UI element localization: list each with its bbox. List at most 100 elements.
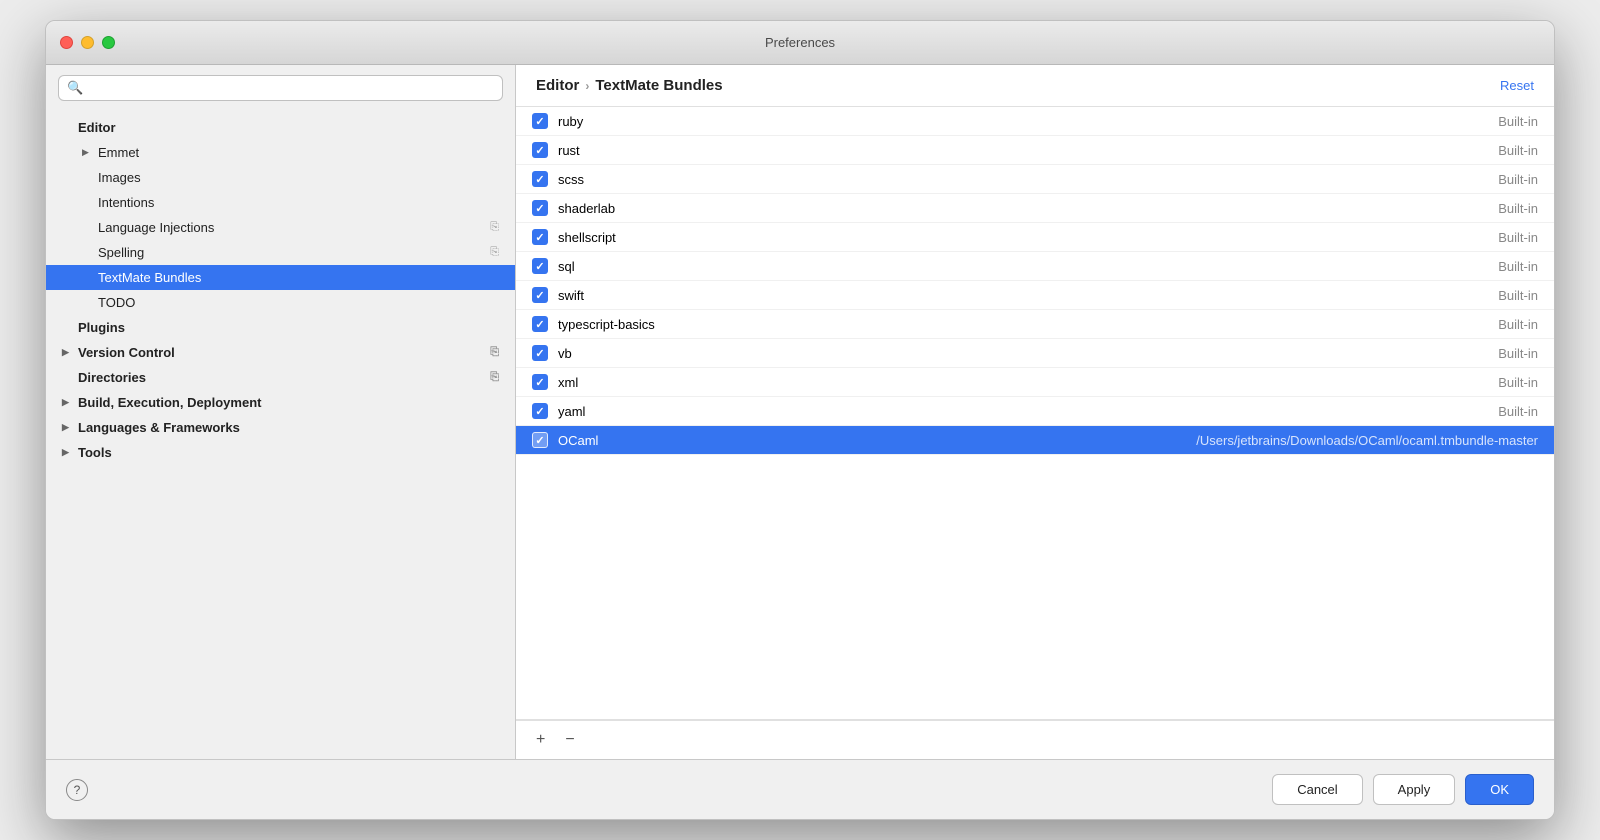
bundle-checkbox[interactable]: ✓ xyxy=(532,200,548,216)
bundle-checkbox[interactable]: ✓ xyxy=(532,171,548,187)
bundle-row[interactable]: ✓ ruby Built-in xyxy=(516,107,1554,136)
bundle-checkbox[interactable]: ✓ xyxy=(532,113,548,129)
checkmark-icon: ✓ xyxy=(535,434,544,447)
sidebar-item-language-injections[interactable]: Language Injections⎘ xyxy=(46,215,515,240)
bundle-row[interactable]: ✓rustBuilt-in xyxy=(516,136,1554,165)
bundle-checkbox[interactable]: ✓ xyxy=(532,229,548,245)
sidebar: 🔍 Editor▶EmmetImagesIntentionsLanguage I… xyxy=(46,65,516,759)
remove-button[interactable]: − xyxy=(561,729,578,751)
sidebar-tree: Editor▶EmmetImagesIntentionsLanguage Inj… xyxy=(46,111,515,759)
sidebar-item-spelling[interactable]: Spelling⎘ xyxy=(46,240,515,265)
sidebar-item-directories[interactable]: Directories ⎘ xyxy=(46,365,515,390)
copy-icon: ⎘ xyxy=(490,371,499,384)
sidebar-item-label: Languages & Frameworks xyxy=(78,420,240,435)
bundle-checkbox[interactable]: ✓ xyxy=(532,142,548,158)
bundle-name: typescript-basics xyxy=(558,317,1488,332)
bundle-row[interactable]: ✓ shellscript Built-in xyxy=(516,223,1554,252)
bundle-list: ✓rubyBuilt-in✓rustBuilt-in✓scssBuilt-in✓… xyxy=(516,107,1554,720)
sidebar-item-label: Spelling xyxy=(98,245,144,260)
minimize-button[interactable] xyxy=(81,36,94,49)
bundle-source: Built-in xyxy=(1498,375,1538,390)
checkmark-icon: ✓ xyxy=(535,173,544,186)
bundle-row[interactable]: ✓ yaml Built-in xyxy=(516,397,1554,426)
sidebar-item-label: Emmet xyxy=(98,145,139,160)
bundle-source: Built-in xyxy=(1498,230,1538,245)
bundle-name: OCaml xyxy=(558,433,1186,448)
bundle-row[interactable]: ✓ OCaml/Users/jetbrains/Downloads/OCaml/o… xyxy=(516,426,1554,455)
bundle-source: /Users/jetbrains/Downloads/OCaml/ocaml.t… xyxy=(1196,433,1538,448)
sidebar-item-textmate-bundles[interactable]: TextMate Bundles xyxy=(46,265,515,290)
bundle-row[interactable]: ✓swiftBuilt-in xyxy=(516,281,1554,310)
bundle-checkbox[interactable]: ✓ xyxy=(532,432,548,448)
apply-button[interactable]: Apply xyxy=(1373,774,1456,805)
sidebar-item-label: Language Injections xyxy=(98,220,214,235)
checkmark-icon: ✓ xyxy=(535,376,544,389)
search-input[interactable] xyxy=(89,81,494,96)
checkmark-icon: ✓ xyxy=(535,144,544,157)
breadcrumb-separator: › xyxy=(585,79,589,93)
sidebar-item-label: TODO xyxy=(98,295,135,310)
bundle-row[interactable]: ✓ vb Built-in xyxy=(516,339,1554,368)
sidebar-item-version-control[interactable]: ▶Version Control⎘ xyxy=(46,340,515,365)
bundle-row[interactable]: ✓typescript-basicsBuilt-in xyxy=(516,310,1554,339)
sidebar-item-languages-frameworks[interactable]: ▶Languages & Frameworks xyxy=(46,415,515,440)
sidebar-item-todo[interactable]: TODO xyxy=(46,290,515,315)
search-icon: 🔍 xyxy=(67,80,83,96)
sidebar-item-label: TextMate Bundles xyxy=(98,270,201,285)
arrow-icon: ▶ xyxy=(62,347,74,358)
sidebar-item-build-execution[interactable]: ▶Build, Execution, Deployment xyxy=(46,390,515,415)
bundle-name: scss xyxy=(558,172,1488,187)
maximize-button[interactable] xyxy=(102,36,115,49)
breadcrumb-parent: Editor xyxy=(536,77,579,94)
bundle-source: Built-in xyxy=(1498,288,1538,303)
sidebar-item-intentions[interactable]: Intentions xyxy=(46,190,515,215)
bundle-checkbox[interactable]: ✓ xyxy=(532,403,548,419)
bundle-row[interactable]: ✓xmlBuilt-in xyxy=(516,368,1554,397)
close-button[interactable] xyxy=(60,36,73,49)
bundle-checkbox[interactable]: ✓ xyxy=(532,316,548,332)
bundle-row[interactable]: ✓ scss Built-in xyxy=(516,165,1554,194)
bundle-name: yaml xyxy=(558,404,1488,419)
sidebar-item-label: Directories xyxy=(78,370,146,385)
breadcrumb-current: TextMate Bundles xyxy=(595,77,722,94)
ok-button[interactable]: OK xyxy=(1465,774,1534,805)
bundle-name: ruby xyxy=(558,114,1488,129)
bundle-source: Built-in xyxy=(1498,346,1538,361)
checkmark-icon: ✓ xyxy=(535,318,544,331)
sidebar-item-editor[interactable]: Editor xyxy=(46,115,515,140)
arrow-icon: ▶ xyxy=(82,147,94,158)
bundle-source: Built-in xyxy=(1498,114,1538,129)
bundle-name: rust xyxy=(558,143,1488,158)
copy-icon: ⎘ xyxy=(490,346,499,359)
checkmark-icon: ✓ xyxy=(535,347,544,360)
sidebar-item-plugins[interactable]: Plugins xyxy=(46,315,515,340)
checkmark-icon: ✓ xyxy=(535,289,544,302)
bundle-row[interactable]: ✓sqlBuilt-in xyxy=(516,252,1554,281)
bundle-source: Built-in xyxy=(1498,259,1538,274)
bundle-name: shellscript xyxy=(558,230,1488,245)
reset-button[interactable]: Reset xyxy=(1500,78,1534,93)
search-box[interactable]: 🔍 xyxy=(58,75,503,101)
sidebar-item-images[interactable]: Images xyxy=(46,165,515,190)
bundle-checkbox[interactable]: ✓ xyxy=(532,345,548,361)
bundle-checkbox[interactable]: ✓ xyxy=(532,374,548,390)
arrow-icon: ▶ xyxy=(62,447,74,458)
bundle-checkbox[interactable]: ✓ xyxy=(532,287,548,303)
main-content: 🔍 Editor▶EmmetImagesIntentionsLanguage I… xyxy=(46,65,1554,759)
bundle-checkbox[interactable]: ✓ xyxy=(532,258,548,274)
help-button[interactable]: ? xyxy=(66,779,88,801)
checkmark-icon: ✓ xyxy=(535,115,544,128)
breadcrumb: Editor › TextMate Bundles xyxy=(536,77,723,94)
cancel-button[interactable]: Cancel xyxy=(1272,774,1362,805)
bundle-row[interactable]: ✓shaderlabBuilt-in xyxy=(516,194,1554,223)
action-buttons: Cancel Apply OK xyxy=(1272,774,1534,805)
sidebar-item-tools[interactable]: ▶Tools xyxy=(46,440,515,465)
list-footer: + − xyxy=(516,720,1554,759)
preferences-window: Preferences 🔍 Editor▶EmmetImagesIntentio… xyxy=(45,20,1555,820)
bundle-name: vb xyxy=(558,346,1488,361)
bundle-source: Built-in xyxy=(1498,172,1538,187)
add-button[interactable]: + xyxy=(532,729,549,751)
bundle-source: Built-in xyxy=(1498,404,1538,419)
sidebar-item-label: Plugins xyxy=(78,320,125,335)
sidebar-item-emmet[interactable]: ▶ Emmet xyxy=(46,140,515,165)
